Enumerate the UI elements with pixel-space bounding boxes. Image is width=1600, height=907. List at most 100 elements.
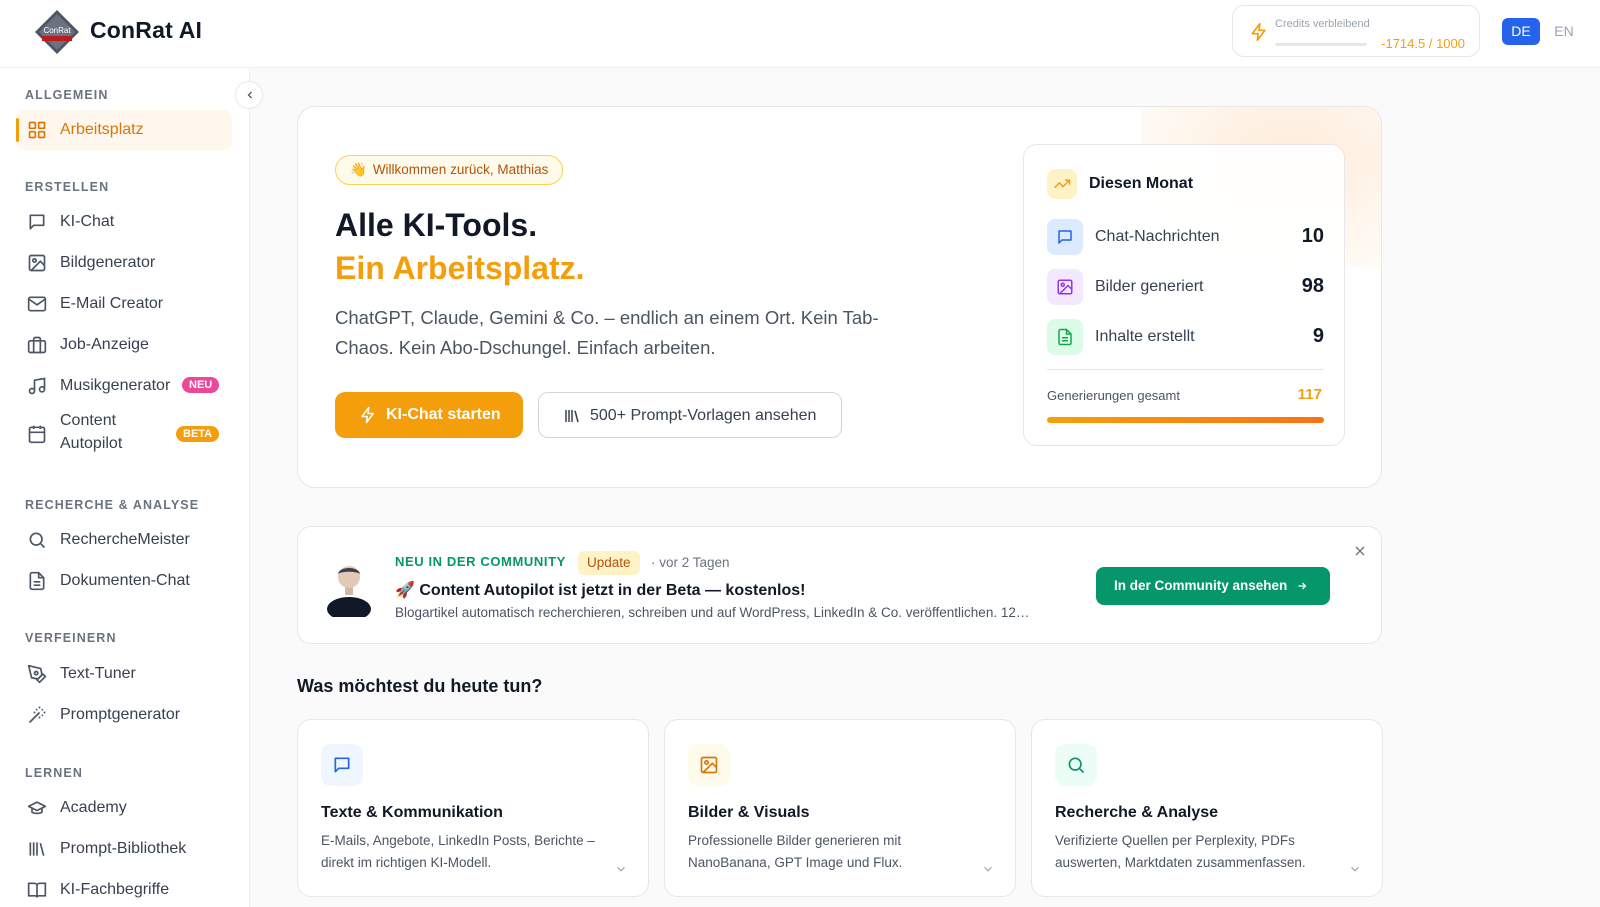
image-icon xyxy=(28,254,46,272)
sidebar-item-label: KI-Fachbegriffe xyxy=(60,881,170,898)
sidebar-item-label: RechercheMeister xyxy=(60,531,190,548)
credits-label: Credits verbleibend xyxy=(1275,18,1370,30)
button-label: In der Community ansehen xyxy=(1114,578,1288,593)
community-banner: NEU IN DER COMMUNITY Update · vor 2 Tage… xyxy=(297,526,1382,644)
sidebar-item-musikgenerator[interactable]: Musikgenerator NEU xyxy=(16,366,232,406)
sidebar-item-label: Arbeitsplatz xyxy=(60,121,144,138)
music-icon xyxy=(28,377,46,395)
language-en-button[interactable]: EN xyxy=(1548,18,1580,45)
button-label: KI-Chat starten xyxy=(386,406,501,423)
language-de-button[interactable]: DE xyxy=(1502,18,1540,45)
library-icon xyxy=(29,842,45,856)
total-label: Generierungen gesamt xyxy=(1047,388,1180,403)
start-ki-chat-button[interactable]: KI-Chat starten xyxy=(335,392,523,438)
chevron-down-icon[interactable] xyxy=(614,862,628,876)
post-time: · vor 2 Tagen xyxy=(651,555,730,570)
sidebar-item-prompt-bibliothek[interactable]: Prompt-Bibliothek xyxy=(16,829,232,869)
update-badge: Update xyxy=(578,551,640,575)
search-icon xyxy=(1055,744,1097,786)
sidebar-item-label: Academy xyxy=(60,799,127,816)
hero-title-line2: Ein Arbeitsplatz. xyxy=(335,250,585,286)
sidebar-item-label: Promptgenerator xyxy=(60,706,181,723)
chat-icon xyxy=(29,214,45,230)
chevron-left-icon xyxy=(247,91,252,99)
search-icon xyxy=(29,532,46,549)
sidebar-item-ki-chat[interactable]: KI-Chat xyxy=(16,202,232,242)
brand-logo[interactable]: ConRat xyxy=(34,9,80,55)
pen-tool-icon xyxy=(27,664,47,684)
sidebar-item-job-anzeige[interactable]: Job-Anzeige xyxy=(16,325,232,365)
view-community-button[interactable]: In der Community ansehen xyxy=(1096,567,1330,605)
stat-row-chat: Chat-Nachrichten 10 xyxy=(1047,219,1324,255)
hero-lead: ChatGPT, Claude, Gemini & Co. – endlich … xyxy=(335,307,879,358)
sidebar-item-promptgenerator[interactable]: Promptgenerator xyxy=(16,695,232,735)
stat-label: Inhalte erstellt xyxy=(1095,328,1195,345)
card-recherche-analyse[interactable]: Recherche & Analyse Verifizierte Quellen… xyxy=(1031,719,1383,897)
waving-hand-icon: 👋 xyxy=(350,162,367,177)
document-icon xyxy=(29,571,45,591)
section-title-verfeinern: VERFEINERN xyxy=(25,631,117,645)
section-title-recherche: RECHERCHE & ANALYSE xyxy=(25,498,200,512)
card-texte-kommunikation[interactable]: Texte & Kommunikation E-Mails, Angebote,… xyxy=(297,719,649,897)
sidebar-item-content-autopilot[interactable]: Content Autopilot BETA xyxy=(16,408,232,460)
card-description: E-Mails, Angebote, LinkedIn Posts, Beric… xyxy=(321,833,595,870)
welcome-text: Willkommen zurück, Matthias xyxy=(372,162,549,177)
sidebar-collapse-button[interactable] xyxy=(235,81,263,109)
chevron-down-icon[interactable] xyxy=(981,862,995,876)
lightning-icon xyxy=(1251,22,1266,42)
sidebar-item-label: E-Mail Creator xyxy=(60,295,164,312)
section-title-lernen: LERNEN xyxy=(25,766,83,780)
sidebar-item-academy[interactable]: Academy xyxy=(16,788,232,828)
sidebar: ALLGEMEIN Arbeitsplatz ERSTELLEN KI-Chat… xyxy=(0,68,250,907)
welcome-badge: 👋 Willkommen zurück, Matthias xyxy=(335,155,564,185)
hero-title-line1: Alle KI-Tools. xyxy=(335,207,538,243)
calendar-icon xyxy=(28,425,46,444)
library-icon xyxy=(565,410,579,423)
stat-value: 9 xyxy=(1312,325,1324,347)
total-progress-bar xyxy=(1047,417,1324,423)
stat-value: 10 xyxy=(1301,225,1324,247)
sidebar-item-dokumenten-chat[interactable]: Dokumenten-Chat xyxy=(16,561,232,601)
chevron-down-icon[interactable] xyxy=(1348,862,1362,876)
section-heading: Was möchtest du heute tun? xyxy=(297,676,543,696)
svg-text:ConRat: ConRat xyxy=(43,26,71,35)
sidebar-item-label: Content xyxy=(60,412,117,429)
button-label: 500+ Prompt-Vorlagen ansehen xyxy=(590,407,817,424)
prompt-templates-button[interactable]: 500+ Prompt-Vorlagen ansehen xyxy=(538,392,842,438)
sidebar-item-text-tuner[interactable]: Text-Tuner xyxy=(16,654,232,694)
card-title: Bilder & Visuals xyxy=(688,804,810,821)
sidebar-item-recherchemeister[interactable]: RechercheMeister xyxy=(16,520,232,560)
sidebar-item-arbeitsplatz[interactable]: Arbeitsplatz xyxy=(16,110,232,150)
sidebar-item-bildgenerator[interactable]: Bildgenerator xyxy=(16,243,232,283)
brand-name: ConRat AI xyxy=(90,17,203,43)
stat-label: Chat-Nachrichten xyxy=(1095,228,1220,245)
image-icon xyxy=(688,744,730,786)
monthly-stats-card: Diesen Monat Chat-Nachrichten 10 Bilder … xyxy=(1023,144,1345,446)
total-value: 117 xyxy=(1297,386,1322,403)
top-header: ConRat ConRat AI Credits verbleibend -17… xyxy=(0,0,1600,68)
card-title: Recherche & Analyse xyxy=(1055,804,1219,821)
mail-icon xyxy=(27,296,47,312)
close-icon[interactable] xyxy=(1352,543,1368,559)
sidebar-item-label: Text-Tuner xyxy=(60,665,136,682)
sidebar-item-ki-fachbegriffe[interactable]: KI-Fachbegriffe xyxy=(16,870,232,907)
graduation-cap-icon xyxy=(27,801,47,815)
document-icon xyxy=(1047,319,1083,355)
sidebar-item-label: Musikgenerator xyxy=(60,377,171,394)
grid-icon xyxy=(28,121,46,139)
sidebar-item-label: Bildgenerator xyxy=(60,254,156,271)
section-title-erstellen: ERSTELLEN xyxy=(25,180,110,194)
image-icon xyxy=(1047,269,1083,305)
community-description: Blogartikel automatisch recherchieren, s… xyxy=(395,605,1030,620)
card-description: Professionelle Bilder generieren mit Nan… xyxy=(688,833,903,870)
card-title: Texte & Kommunikation xyxy=(321,804,503,821)
stats-divider xyxy=(1047,369,1324,370)
sidebar-item-email-creator[interactable]: E-Mail Creator xyxy=(16,284,232,324)
stat-row-content: Inhalte erstellt 9 xyxy=(1047,319,1324,355)
credits-value: -1714.5 / 1000 xyxy=(1381,36,1465,51)
card-description: Verifizierte Quellen per Perplexity, PDF… xyxy=(1055,833,1306,870)
credits-widget[interactable]: Credits verbleibend -1714.5 / 1000 xyxy=(1232,5,1480,57)
card-bilder-visuals[interactable]: Bilder & Visuals Professionelle Bilder g… xyxy=(664,719,1016,897)
section-title-allgemein: ALLGEMEIN xyxy=(25,88,109,102)
magic-wand-icon xyxy=(28,706,46,724)
